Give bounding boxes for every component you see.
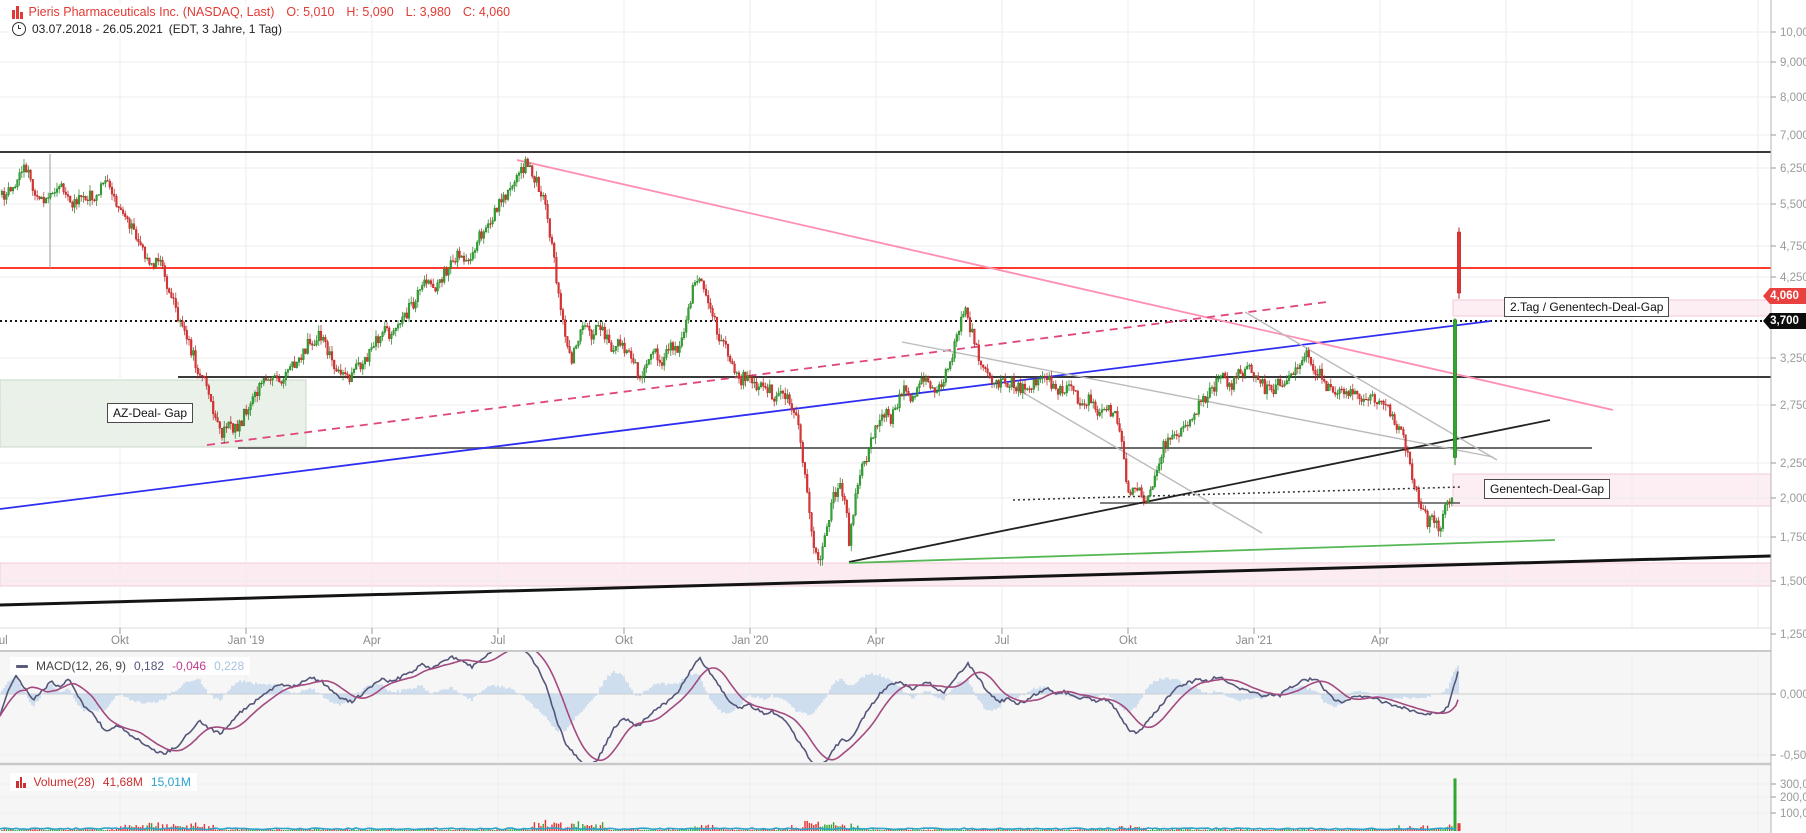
svg-text:Okt: Okt bbox=[1119, 635, 1138, 647]
volume-legend[interactable]: Volume(28) 41,68M 15,01M bbox=[10, 773, 197, 791]
gray-fan-line-3 bbox=[901, 341, 1494, 458]
instrument-header[interactable]: Pieris Pharmaceuticals Inc. (NASDAQ, Las… bbox=[8, 4, 515, 20]
svg-text:5,500: 5,500 bbox=[1780, 199, 1806, 211]
svg-text:Okt: Okt bbox=[111, 635, 130, 647]
svg-text:2,250: 2,250 bbox=[1780, 458, 1806, 470]
svg-text:8,000: 8,000 bbox=[1780, 92, 1806, 104]
volume-bars-icon bbox=[16, 776, 26, 788]
pane-backgrounds bbox=[0, 651, 1806, 833]
lower-pink-band bbox=[0, 562, 1772, 587]
svg-text:4,750: 4,750 bbox=[1780, 241, 1806, 253]
svg-text:1,250: 1,250 bbox=[1780, 629, 1806, 641]
svg-text:300,00M: 300,00M bbox=[1780, 779, 1806, 791]
svg-text:1,500: 1,500 bbox=[1780, 576, 1806, 588]
svg-text:Apr: Apr bbox=[1371, 635, 1389, 647]
svg-text:Okt: Okt bbox=[615, 635, 634, 647]
green-trendline bbox=[848, 539, 1556, 564]
svg-text:2,000: 2,000 bbox=[1780, 493, 1806, 505]
svg-text:Jul: Jul bbox=[0, 635, 8, 647]
price-chart-canvas[interactable]: Jul Okt Jan '19 Apr Jul Okt Jan '20 Apr Jul Okt Ja… bbox=[0, 0, 1806, 833]
macd-signal-value: -0,046 bbox=[172, 659, 207, 673]
macd-legend[interactable]: MACD(12, 26, 9) 0,182 -0,046 0,228 bbox=[10, 657, 251, 675]
svg-text:Jul: Jul bbox=[995, 635, 1010, 647]
svg-text:3,250: 3,250 bbox=[1780, 353, 1806, 365]
genentech-gap-label[interactable]: Genentech-Deal-Gap bbox=[1484, 479, 1611, 499]
svg-text:2,750: 2,750 bbox=[1780, 400, 1806, 412]
instrument-title: Pieris Pharmaceuticals Inc. (NASDAQ, Las… bbox=[28, 5, 275, 19]
close-value: C: 4,060 bbox=[462, 5, 511, 19]
macd-name: MACD(12, 26, 9) bbox=[36, 659, 127, 673]
genentech-day2-gap-label[interactable]: 2.Tag / Genentech-Deal-Gap bbox=[1504, 297, 1670, 317]
macd-line-icon bbox=[16, 664, 28, 668]
svg-text:1,750: 1,750 bbox=[1780, 532, 1806, 544]
date-range-bar[interactable]: 03.07.2018 - 26.05.2021 (EDT, 3 Jahre, 1… bbox=[8, 21, 286, 37]
open-value: O: 5,010 bbox=[286, 5, 335, 19]
gap-bands bbox=[0, 299, 1772, 587]
high-value: H: 5,090 bbox=[346, 5, 394, 19]
svg-text:200,00M: 200,00M bbox=[1780, 792, 1806, 804]
low-value: L: 3,980 bbox=[405, 5, 451, 19]
volume-name: Volume(28) bbox=[33, 775, 95, 789]
svg-text:6,250: 6,250 bbox=[1780, 163, 1806, 175]
candlestick-icon bbox=[12, 5, 23, 19]
volume-current: 41,68M bbox=[102, 775, 143, 789]
volume-average: 15,01M bbox=[150, 775, 191, 789]
timeframe: (EDT, 3 Jahre, 1 Tag) bbox=[168, 22, 282, 36]
svg-text:100,00M: 100,00M bbox=[1780, 808, 1806, 820]
svg-text:Apr: Apr bbox=[363, 635, 381, 647]
svg-text:Jan '19: Jan '19 bbox=[228, 635, 265, 647]
svg-text:Apr: Apr bbox=[867, 635, 885, 647]
svg-text:9,000: 9,000 bbox=[1780, 57, 1806, 69]
candles[interactable] bbox=[0, 156, 1461, 566]
macd-hist-value: 0,228 bbox=[214, 659, 245, 673]
svg-text:4,250: 4,250 bbox=[1780, 272, 1806, 284]
svg-text:Jan '21: Jan '21 bbox=[1236, 635, 1273, 647]
pink-dashed-trendline bbox=[206, 301, 1328, 446]
last-price-badge: 4,060 bbox=[1763, 288, 1806, 304]
svg-text:Jul: Jul bbox=[491, 635, 506, 647]
gap-level-badge: 3,700 bbox=[1763, 313, 1806, 329]
svg-text:Jan '20: Jan '20 bbox=[732, 635, 769, 647]
date-range: 03.07.2018 - 26.05.2021 bbox=[32, 22, 163, 36]
chart-window: Jul Okt Jan '19 Apr Jul Okt Jan '20 Apr Jul Okt Ja… bbox=[0, 0, 1806, 833]
pink-trendline bbox=[516, 159, 1614, 411]
price-axis[interactable]: 10,000 9,000 8,000 7,000 6,250 5,500 4,750 4,25… bbox=[1770, 0, 1806, 833]
svg-text:10,000: 10,000 bbox=[1780, 27, 1806, 39]
black-rising-trendline bbox=[848, 419, 1551, 563]
svg-text:-0,500: -0,500 bbox=[1780, 750, 1806, 762]
clock-icon bbox=[12, 22, 26, 36]
az-deal-gap-label[interactable]: AZ-Deal- Gap bbox=[107, 403, 194, 423]
macd-value: 0,182 bbox=[134, 659, 165, 673]
svg-text:0,000: 0,000 bbox=[1780, 689, 1806, 701]
svg-text:7,000: 7,000 bbox=[1780, 130, 1806, 142]
